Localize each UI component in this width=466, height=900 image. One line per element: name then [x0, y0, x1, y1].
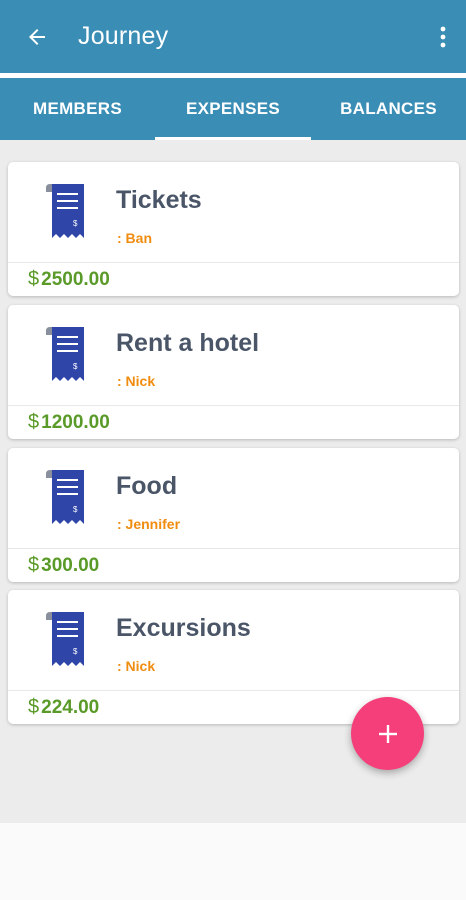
svg-text:$: $ — [73, 219, 78, 228]
expense-amount: $ 2500.00 — [28, 268, 110, 291]
currency-symbol: $ — [28, 411, 40, 433]
expense-title: Rent a hotel — [116, 329, 260, 357]
currency-symbol: $ — [28, 696, 40, 718]
currency-symbol: $ — [28, 554, 40, 576]
amount-value: 224.00 — [41, 696, 100, 718]
page-title: Journey — [78, 22, 169, 50]
expense-card-rent-a-hotel[interactable]: $ Rent a hotel : Nick $ 1200.00 — [8, 305, 459, 439]
expense-title: Food — [116, 472, 178, 500]
card-divider — [8, 548, 459, 549]
card-divider — [8, 262, 459, 263]
expense-card-tickets[interactable]: $ Tickets : Ban $ 2500.00 — [8, 162, 459, 296]
expense-payer: : Nick — [117, 373, 156, 389]
amount-value: 1200.00 — [41, 411, 110, 433]
bottom-area — [0, 823, 466, 900]
expense-payer: : Nick — [117, 658, 156, 674]
plus-icon — [378, 724, 397, 743]
svg-text:$: $ — [73, 647, 78, 656]
amount-value: 300.00 — [41, 554, 100, 576]
back-button[interactable] — [22, 22, 52, 52]
tab-expenses[interactable]: EXPENSES — [155, 78, 311, 140]
tab-members[interactable]: MEMBERS — [0, 78, 155, 140]
expense-payer: : Ban — [117, 230, 152, 246]
add-expense-button[interactable] — [351, 697, 424, 770]
receipt-icon: $ — [46, 612, 84, 666]
currency-symbol: $ — [28, 268, 40, 290]
receipt-icon: $ — [46, 470, 84, 524]
expense-amount: $ 300.00 — [28, 554, 99, 577]
expense-card-food[interactable]: $ Food : Jennifer $ 300.00 — [8, 448, 459, 582]
expense-amount: $ 224.00 — [28, 696, 99, 719]
tab-balances[interactable]: BALANCES — [311, 78, 466, 140]
expense-title: Excursions — [116, 614, 251, 642]
arrow-left-icon — [29, 29, 45, 45]
more-vertical-icon — [440, 26, 446, 48]
svg-text:$: $ — [73, 362, 78, 371]
amount-value: 2500.00 — [41, 268, 110, 290]
app-bar: Journey — [0, 0, 466, 73]
card-divider — [8, 405, 459, 406]
tab-bar: MEMBERS EXPENSES BALANCES — [0, 78, 466, 140]
expense-amount: $ 1200.00 — [28, 411, 110, 434]
card-divider — [8, 690, 459, 691]
svg-text:$: $ — [73, 505, 78, 514]
receipt-icon: $ — [46, 184, 84, 238]
expense-title: Tickets — [116, 186, 202, 214]
receipt-icon: $ — [46, 327, 84, 381]
expense-payer: : Jennifer — [117, 516, 181, 532]
overflow-menu-button[interactable] — [436, 22, 450, 52]
